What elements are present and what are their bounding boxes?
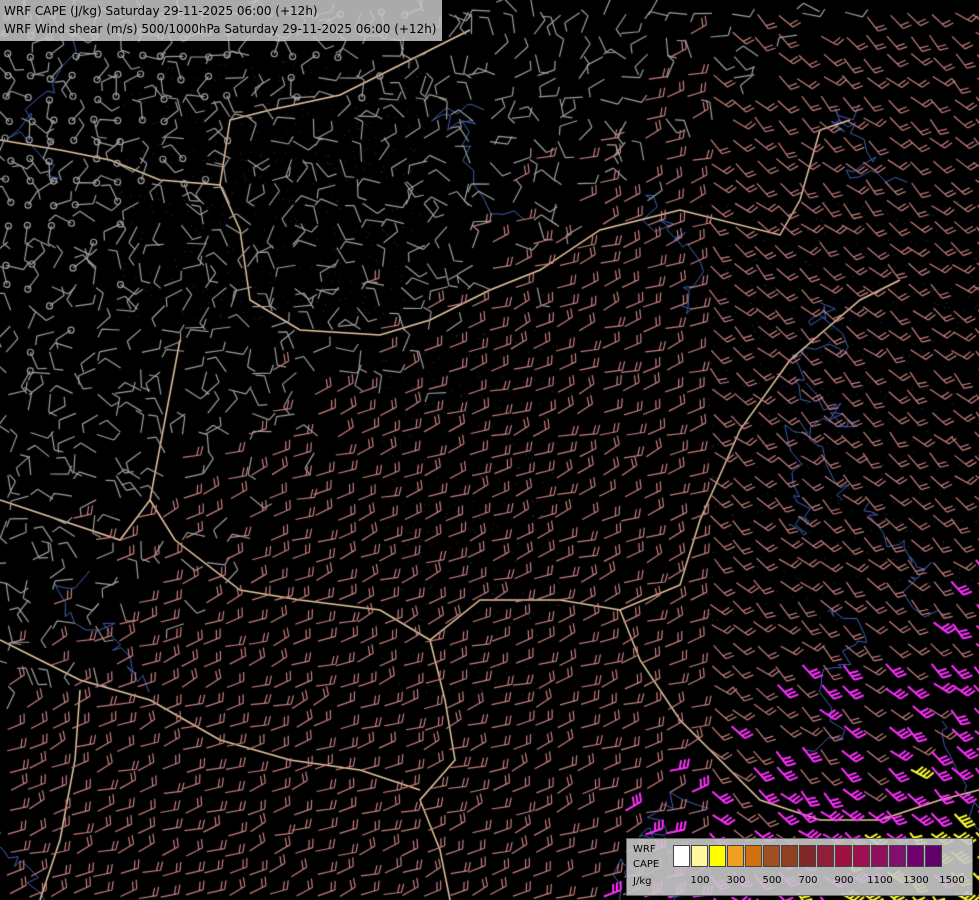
legend-swatch bbox=[763, 845, 780, 867]
map-title-shear: WRF Wind shear (m/s) 500/1000hPa Saturda… bbox=[4, 22, 437, 36]
legend-swatch bbox=[727, 845, 744, 867]
cape-legend: WRF CAPE J/kg 100 300 500 700 900 1100 1300 150… bbox=[626, 838, 973, 896]
legend-swatch bbox=[799, 845, 816, 867]
legend-tick-label: 1300 bbox=[903, 875, 929, 886]
legend-cape-label: CAPE bbox=[633, 859, 660, 870]
legend-swatch bbox=[835, 845, 852, 867]
legend-swatch bbox=[871, 845, 888, 867]
legend-swatch bbox=[925, 845, 942, 867]
legend-tick-label: 1100 bbox=[867, 875, 893, 886]
legend-swatch bbox=[709, 845, 726, 867]
forecast-map bbox=[0, 0, 979, 900]
legend-swatch bbox=[673, 845, 690, 867]
legend-swatch bbox=[691, 845, 708, 867]
legend-swatch bbox=[853, 845, 870, 867]
map-title-box: WRF CAPE (J/kg) Saturday 29-11-2025 06:0… bbox=[0, 0, 442, 41]
legend-model-label: WRF bbox=[633, 844, 656, 855]
legend-tick-label: 500 bbox=[762, 875, 782, 886]
legend-tick-label: 900 bbox=[834, 875, 854, 886]
legend-swatch bbox=[817, 845, 834, 867]
map-title-cape: WRF CAPE (J/kg) Saturday 29-11-2025 06:0… bbox=[4, 4, 318, 18]
legend-swatches bbox=[673, 845, 943, 867]
legend-tick-label: 700 bbox=[798, 875, 818, 886]
legend-swatch bbox=[907, 845, 924, 867]
legend-tick-label: 1500 bbox=[939, 875, 965, 886]
legend-swatch bbox=[781, 845, 798, 867]
legend-swatch bbox=[745, 845, 762, 867]
legend-unit-label: J/kg bbox=[633, 876, 652, 887]
legend-tick-label: 100 bbox=[690, 875, 710, 886]
legend-swatch bbox=[889, 845, 906, 867]
legend-ticks: 100 300 500 700 900 1100 1300 1500 bbox=[673, 875, 973, 889]
legend-tick-label: 300 bbox=[726, 875, 746, 886]
